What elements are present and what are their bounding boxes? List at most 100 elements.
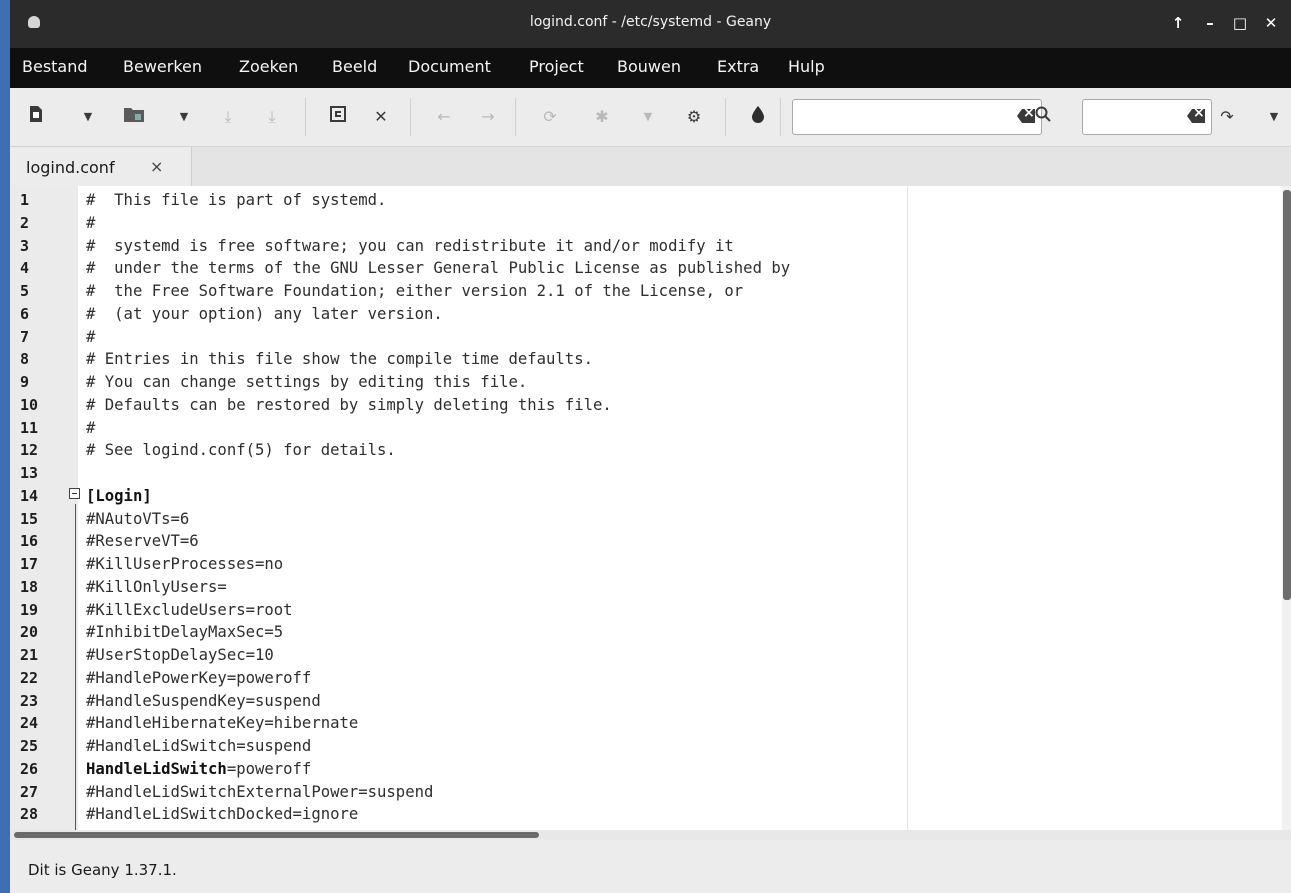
menu-beeld[interactable]: Beeld [332,57,377,76]
line-number: 27 [20,782,39,801]
menu-bar: Bestand Bewerken Zoeken Beeld Document P… [10,48,1291,88]
code-line: # the Free Software Foundation; either v… [86,282,744,300]
tab-logind-conf[interactable]: logind.conf × [10,147,192,186]
vertical-scrollbar[interactable] [1282,186,1291,830]
new-file-icon[interactable] [24,105,48,129]
code-line: # This file is part of systemd. [86,191,387,209]
goto-line-input[interactable] [1082,99,1212,135]
status-message: Dit is Geany 1.37.1. [28,861,177,879]
code-editor[interactable]: 1 2 3 4 5 6 7 8 9 10 11 12 13 14 15 16 17 18 19 20 21 22 23 24 2… [10,186,1291,830]
line-number: 15 [20,509,39,528]
line-number: 20 [20,623,39,642]
code-line: #KillExcludeUsers=root [86,600,293,619]
geany-window: logind.conf - /etc/systemd - Geany ↑ – □… [10,0,1291,893]
run-icon[interactable]: ⚙ [682,105,706,129]
line-number: 8 [20,350,30,369]
code-line: #ReserveVT=6 [86,532,199,551]
code-line: # under the terms of the GNU Lesser Gene… [86,259,791,278]
build-dropdown-icon[interactable]: ▼ [641,105,655,129]
document-tab-bar: logind.conf × [10,147,1291,186]
build-gear-icon[interactable]: ✱ [590,105,614,129]
minimize-button[interactable]: – [1199,12,1221,34]
search-icon[interactable] [1031,105,1055,129]
forward-arrow-icon[interactable]: → [476,105,500,129]
toolbar-separator [305,98,306,136]
menu-hulp[interactable]: Hulp [788,57,825,76]
horizontal-scrollbar[interactable] [10,830,1291,840]
line-number: 23 [20,691,39,710]
line-number: 2 [20,213,30,232]
menu-project[interactable]: Project [529,57,584,76]
goto-line-icon[interactable]: ↷ [1215,105,1239,129]
code-line: #HandlePowerKey=poweroff [86,668,312,687]
toolbar-overflow-icon[interactable]: ▼ [1267,105,1281,129]
keep-above-button[interactable]: ↑ [1167,12,1189,34]
maximize-button[interactable]: □ [1229,12,1251,34]
line-number: 12 [20,441,39,460]
color-drop-icon[interactable] [746,105,770,129]
toolbar-separator [725,98,726,136]
toolbar-separator [410,98,411,136]
window-title: logind.conf - /etc/systemd - Geany [529,14,772,30]
line-number: 3 [20,236,30,255]
menu-document[interactable]: Document [408,57,491,76]
toolbar-separator [515,98,516,136]
line-number: 18 [20,577,39,596]
horizontal-scrollbar-thumb[interactable] [14,832,539,838]
vertical-scrollbar-thumb[interactable] [1283,190,1291,600]
clear-goto-icon[interactable] [1187,109,1205,123]
menu-extra[interactable]: Extra [717,57,759,76]
line-number: 28 [20,805,39,824]
line-number: 14 [20,486,39,505]
back-arrow-icon[interactable]: ← [432,105,456,129]
menu-bestand[interactable]: Bestand [22,57,88,76]
line-number: 6 [20,304,30,323]
fold-collapse-icon[interactable] [69,488,80,499]
search-input[interactable] [792,99,1042,135]
long-line-marker [907,186,908,830]
menu-bouwen[interactable]: Bouwen [617,57,681,76]
title-bar[interactable]: logind.conf - /etc/systemd - Geany ↑ – □… [10,0,1291,48]
code-line: HandleLidSwitch=poweroff [86,758,311,781]
code-line: #HandleLidSwitchDocked=ignore [86,805,359,824]
code-line: #KillOnlyUsers= [86,577,227,596]
code-line: # [86,213,96,232]
line-number: 26 [20,759,39,778]
menu-bewerken[interactable]: Bewerken [123,57,202,76]
line-number: 24 [20,714,39,733]
code-line: #InhibitDelayMaxSec=5 [86,623,284,642]
code-line: #HandleSuspendKey=suspend [86,691,321,710]
line-number: 22 [20,668,39,687]
code-line: [Login] [86,486,152,505]
line-number-gutter: 1 2 3 4 5 6 7 8 9 10 11 12 13 14 15 16 17 18 19 20 21 22 23 24 2… [10,186,78,830]
code-line: #HandleLidSwitchExternalPower=suspend [86,782,434,801]
code-line: #KillUserProcesses=no [86,555,284,573]
code-line: # [86,327,96,346]
line-number: 11 [20,418,39,437]
close-window-button[interactable]: ✕ [1260,12,1282,34]
line-number: 1 [20,191,30,209]
line-number: 9 [20,373,30,391]
save-icon[interactable]: ⤓ [216,105,240,129]
line-number: 19 [20,600,39,619]
new-from-template-dropdown-icon[interactable]: ▼ [81,105,95,129]
code-line: #NAutoVTs=6 [86,509,190,528]
open-folder-icon[interactable] [122,105,146,129]
close-file-icon[interactable]: ✕ [369,105,393,129]
line-number: 5 [20,282,30,300]
code-line: # [86,418,96,437]
code-line: #UserStopDelaySec=10 [86,646,274,664]
revert-icon[interactable] [326,105,350,129]
line-number: 4 [20,259,30,278]
code-line: # Defaults can be restored by simply del… [86,395,612,414]
line-number: 17 [20,555,39,573]
tab-close-icon[interactable]: × [150,157,163,176]
compile-icon[interactable]: ⟳ [538,105,562,129]
menu-zoeken[interactable]: Zoeken [239,57,298,76]
code-line: #HandleLidSwitch=suspend [86,737,312,755]
save-all-icon[interactable]: ⤓ [260,105,284,129]
line-number: 7 [20,327,30,346]
recent-files-dropdown-icon[interactable]: ▼ [177,105,191,129]
toolbar-separator [780,98,781,136]
code-line: # See logind.conf(5) for details. [86,441,396,460]
